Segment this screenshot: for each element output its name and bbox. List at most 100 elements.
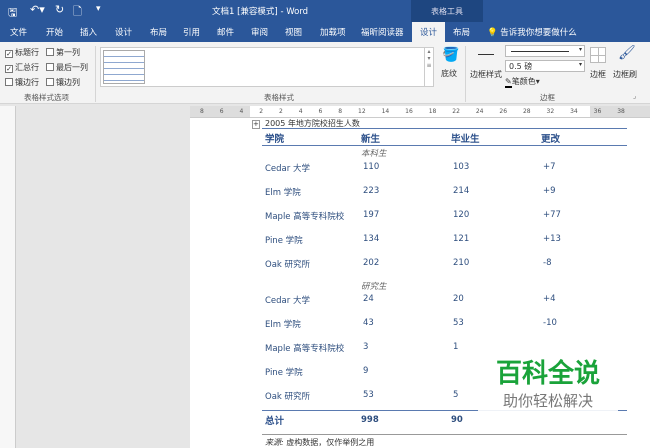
cell-college: Maple 高等专科院校 bbox=[265, 344, 345, 354]
border-styles-button[interactable]: 边框样式 bbox=[470, 69, 502, 80]
border-style-preview bbox=[478, 54, 494, 55]
cell-college: Elm 学院 bbox=[265, 320, 301, 330]
tell-me-text: 告诉我你想要做什么 bbox=[500, 28, 577, 38]
header-graduate: 毕业生 bbox=[451, 134, 480, 145]
tab-table-design[interactable]: 设计 bbox=[412, 22, 446, 42]
header-change: 更改 bbox=[541, 134, 561, 145]
cell-college: Pine 学院 bbox=[265, 368, 303, 378]
cell-change: -8 bbox=[543, 258, 552, 268]
cell-graduate: 20 bbox=[453, 294, 464, 304]
cell-new: 24 bbox=[363, 294, 374, 304]
cell-college: Cedar 大学 bbox=[265, 164, 310, 174]
group-label-style-options: 表格样式选项 bbox=[24, 93, 69, 102]
ribbon: ✓ 标题行 第一列 ✓ 汇总行 最后一列 镶边行 镶边列 表格样式选项 ▴ ▾ ≡ 表格… bbox=[0, 42, 650, 104]
watermark-subtitle: 助你轻松解决 bbox=[502, 392, 593, 410]
vertical-ruler bbox=[0, 106, 16, 448]
customize-qat-icon[interactable]: ▾ bbox=[96, 4, 101, 14]
tab-foxit-reader[interactable]: 福昕阅读器 bbox=[361, 26, 404, 38]
horizontal-ruler[interactable]: 8 6 4 2 2 4 6 8 12 14 16 18 22 24 26 28 … bbox=[190, 106, 650, 118]
tab-file[interactable]: 文件 bbox=[10, 26, 27, 38]
cell-new: 3 bbox=[363, 342, 369, 352]
checkbox-banded-rows[interactable]: 镶边行 bbox=[5, 77, 39, 88]
tab-mailings[interactable]: 邮件 bbox=[217, 26, 234, 38]
save-icon[interactable]: 🖫 bbox=[8, 4, 17, 23]
table-style-thumbnail[interactable] bbox=[103, 50, 145, 84]
tab-home[interactable]: 开始 bbox=[46, 26, 63, 38]
cell-new: 43 bbox=[363, 318, 374, 328]
cell-new: 110 bbox=[363, 162, 380, 172]
tab-insert[interactable]: 插入 bbox=[80, 26, 97, 38]
redo-icon[interactable]: ↻ bbox=[55, 3, 64, 16]
cell-change: +7 bbox=[543, 162, 556, 172]
tab-view[interactable]: 视图 bbox=[285, 26, 302, 38]
header-new: 新生 bbox=[361, 134, 381, 145]
print-preview-icon[interactable]: 🗋 bbox=[73, 3, 82, 22]
checkbox-banded-columns[interactable]: 镶边列 bbox=[46, 77, 80, 88]
header-college: 学院 bbox=[265, 134, 285, 145]
cell-college: Elm 学院 bbox=[265, 188, 301, 198]
ruler-ticks: 8 6 4 2 2 4 6 8 12 14 16 18 22 24 26 28 … bbox=[200, 108, 625, 115]
cell-new: 9 bbox=[363, 366, 369, 376]
cell-college: Maple 高等专科院校 bbox=[265, 212, 345, 222]
borders-icon bbox=[590, 47, 606, 63]
table-styles-gallery[interactable]: ▴ ▾ ≡ bbox=[100, 47, 434, 87]
group-label-table-styles: 表格样式 bbox=[264, 93, 294, 102]
line-weight-dropdown[interactable]: 0.5 磅 ▾ bbox=[505, 60, 585, 72]
cell-new: 53 bbox=[363, 390, 374, 400]
source-note: 来源: 虚构数据，仅作举例之用 bbox=[265, 437, 374, 448]
cell-new: 134 bbox=[363, 234, 380, 244]
shading-button[interactable]: 底纹 bbox=[441, 68, 457, 79]
checkbox-first-column[interactable]: 第一列 bbox=[46, 47, 80, 58]
borders-button[interactable]: 边框 bbox=[590, 69, 606, 80]
table-move-handle-icon[interactable]: + bbox=[252, 120, 260, 129]
line-style-dropdown[interactable]: ▾ bbox=[505, 45, 585, 57]
undo-icon[interactable]: ↶▾ bbox=[30, 3, 45, 16]
watermark: 百科全说 助你轻松解决 bbox=[478, 358, 618, 420]
pen-color-button[interactable]: ✎笔颜色▾ bbox=[505, 76, 540, 88]
cell-change: +4 bbox=[543, 294, 556, 304]
source-label: 来源: bbox=[265, 438, 284, 447]
tab-design[interactable]: 设计 bbox=[115, 26, 132, 38]
section-graduate: 研究生 bbox=[361, 282, 387, 292]
tab-layout[interactable]: 布局 bbox=[150, 26, 167, 38]
gallery-scroll[interactable]: ▴ ▾ ≡ bbox=[424, 48, 433, 86]
tab-addins[interactable]: 加载项 bbox=[320, 26, 346, 38]
cell-graduate: 53 bbox=[453, 318, 464, 328]
title-bar: 🖫 ↶▾ ↻ 🗋 ▾ 文档1 [兼容模式] - Word bbox=[0, 0, 650, 22]
pen-color-icon: ✎ bbox=[505, 77, 512, 88]
cell-new: 197 bbox=[363, 210, 380, 220]
tab-review[interactable]: 审阅 bbox=[251, 26, 268, 38]
section-undergrad: 本科生 bbox=[361, 149, 387, 159]
table-tools-label: 表格工具 bbox=[411, 0, 483, 22]
watermark-title: 百科全说 bbox=[495, 359, 600, 389]
cell-new: 223 bbox=[363, 186, 380, 196]
cell-graduate: 1 bbox=[453, 342, 459, 352]
cell-change: +9 bbox=[543, 186, 556, 196]
group-label-borders: 边框 bbox=[540, 93, 555, 102]
cell-graduate: 120 bbox=[453, 210, 470, 220]
cell-change: -10 bbox=[543, 318, 557, 328]
cell-graduate: 103 bbox=[453, 162, 470, 172]
cell-college: Pine 学院 bbox=[265, 236, 303, 246]
lightbulb-icon: 💡 bbox=[487, 28, 498, 38]
shading-icon: 🪣 bbox=[442, 47, 460, 63]
ribbon-tabs: 文件 开始 插入 设计 布局 引用 邮件 审阅 视图 加载项 福昕阅读器 设计 … bbox=[0, 22, 650, 42]
source-text: 虚构数据，仅作举例之用 bbox=[286, 438, 375, 447]
checkbox-header-row[interactable]: ✓ 标题行 bbox=[5, 47, 39, 58]
tell-me-search[interactable]: 💡 告诉我你想要做什么 bbox=[487, 26, 577, 38]
tab-table-layout[interactable]: 布局 bbox=[453, 26, 470, 38]
total-new: 998 bbox=[361, 415, 379, 425]
cell-graduate: 5 bbox=[453, 390, 459, 400]
cell-graduate: 121 bbox=[453, 234, 470, 244]
cell-graduate: 214 bbox=[453, 186, 470, 196]
dialog-launcher-icon[interactable]: ⌟ bbox=[633, 92, 636, 100]
tab-references[interactable]: 引用 bbox=[183, 26, 200, 38]
cell-change: +13 bbox=[543, 234, 561, 244]
cell-graduate: 210 bbox=[453, 258, 470, 268]
border-painter-icon: 🖌 bbox=[618, 45, 636, 61]
border-painter-button[interactable]: 边框刷 bbox=[613, 69, 637, 80]
checkbox-total-row[interactable]: ✓ 汇总行 bbox=[5, 62, 39, 73]
total-graduate: 90 bbox=[451, 415, 463, 425]
checkbox-last-column[interactable]: 最后一列 bbox=[46, 62, 88, 73]
cell-college: Oak 研究所 bbox=[265, 392, 311, 402]
